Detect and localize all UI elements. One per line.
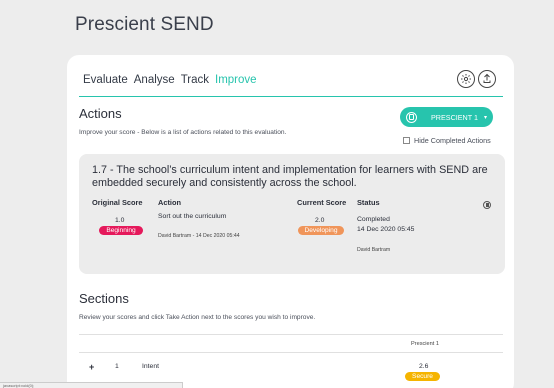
current-score-header: Current Score: [297, 198, 347, 207]
current-score-value: 2.0: [315, 217, 325, 224]
section-name: Intent: [142, 363, 160, 370]
hide-completed-label: Hide Completed Actions: [414, 136, 491, 145]
main-card: Evaluate Analyse Track Improve Actions I…: [67, 55, 514, 388]
divider: [79, 352, 503, 353]
section-number: 1: [115, 363, 119, 370]
sections-heading: Sections: [79, 291, 129, 306]
prescient-column-header: Prescient 1: [411, 341, 439, 347]
hide-completed-checkbox[interactable]: [403, 137, 410, 144]
tab-improve[interactable]: Improve: [215, 74, 257, 86]
status-value: Completed: [357, 216, 390, 223]
upload-icon: [483, 73, 491, 83]
tab-evaluate[interactable]: Evaluate: [83, 74, 128, 86]
action-header: Action: [158, 198, 181, 207]
divider: [79, 334, 503, 335]
status-date: 14 Dec 2020 05:45: [357, 226, 415, 233]
action-item: 1.7 - The school’s curriculum intent and…: [79, 154, 505, 274]
browser-status-bar: javascript:void(0);: [0, 382, 183, 388]
prescient-dropdown[interactable]: PRESCIENT 1 ▾: [400, 107, 493, 127]
expand-row-button[interactable]: +: [89, 362, 94, 372]
gear-icon: [461, 74, 471, 84]
status-by: David Bartram: [357, 247, 391, 253]
section-score: 2.6: [419, 363, 429, 370]
section-score-badge: Secure: [405, 372, 440, 381]
chevron-down-icon: ▾: [484, 114, 488, 121]
hide-completed-toggle[interactable]: Hide Completed Actions: [403, 136, 491, 145]
tab-analyse[interactable]: Analyse: [134, 74, 175, 86]
trash-icon: [485, 203, 489, 207]
settings-button[interactable]: [457, 70, 475, 88]
share-button[interactable]: [478, 70, 496, 88]
delete-action-button[interactable]: [483, 201, 491, 209]
document-icon: [406, 111, 417, 123]
page-title: Prescient SEND: [75, 14, 214, 35]
prescient-dropdown-label: PRESCIENT 1: [431, 112, 478, 122]
tab-bar: Evaluate Analyse Track Improve: [83, 74, 257, 86]
tab-track[interactable]: Track: [181, 74, 209, 86]
action-item-title: 1.7 - The school’s curriculum intent and…: [92, 164, 488, 189]
sections-subtitle: Review your scores and click Take Action…: [79, 314, 316, 321]
action-text: Sort out the curriculum: [158, 213, 227, 220]
status-header: Status: [357, 198, 380, 207]
actions-heading: Actions: [79, 106, 122, 121]
tab-underline: [79, 96, 503, 97]
actions-subtitle: Improve your score - Below is a list of …: [79, 129, 287, 136]
original-score-value: 1.0: [115, 217, 125, 224]
original-score-header: Original Score: [92, 198, 143, 207]
current-score-badge: Developing: [298, 226, 344, 235]
original-score-badge: Beginning: [99, 226, 143, 235]
action-meta: David Bartram - 14 Dec 2020 05:44: [158, 233, 240, 239]
